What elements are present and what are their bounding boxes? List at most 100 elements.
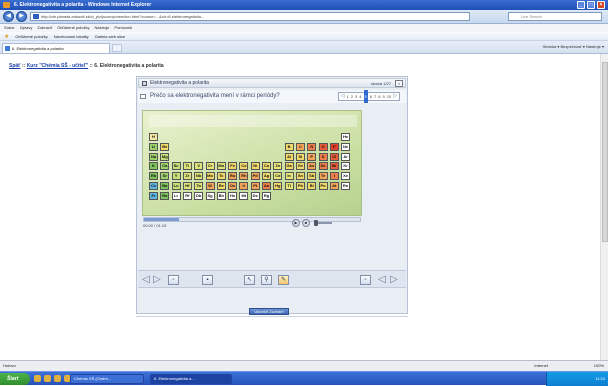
pointer-tool-button[interactable]: ↖ <box>244 275 255 285</box>
pager-page[interactable]: 1 <box>347 90 349 103</box>
pager-page[interactable]: 2 <box>351 90 353 103</box>
panel-close-button[interactable]: × <box>395 80 403 87</box>
favorites-item[interactable]: Obľúbené položky <box>15 34 47 39</box>
element-cell[interactable]: Fr <box>149 191 158 200</box>
element-cell[interactable]: Lu <box>171 182 181 190</box>
highlight-tool-button[interactable]: ✎ <box>278 275 289 285</box>
element-cell[interactable]: Te <box>318 172 328 181</box>
element-cell[interactable]: Y <box>171 172 181 181</box>
element-cell[interactable]: Ru <box>228 172 238 181</box>
pager-page[interactable]: 8 <box>378 90 380 103</box>
element-cell[interactable]: Na <box>149 152 158 161</box>
stop-button[interactable]: ■ <box>302 219 310 227</box>
pager-page[interactable]: 6 <box>370 90 372 103</box>
element-cell[interactable]: Mt <box>239 191 249 200</box>
element-cell[interactable]: Ds <box>250 191 260 200</box>
pager-page[interactable]: 5 <box>363 90 368 103</box>
close-window-button[interactable]: × <box>597 1 605 9</box>
element-cell[interactable]: Cr <box>205 162 215 171</box>
element-cell[interactable]: Zr <box>182 172 192 181</box>
pager-prev-icon[interactable]: ◁ <box>341 90 345 103</box>
element-cell[interactable]: Sb <box>307 172 317 181</box>
url-field[interactable]: http://cle.planeta.edusoft.sk/cl_plz/jsc… <box>30 12 470 21</box>
element-cell[interactable]: K <box>149 162 158 171</box>
element-cell[interactable]: Ta <box>194 182 204 190</box>
zoom-level[interactable]: 100% <box>594 361 604 371</box>
breadcrumb-back-link[interactable]: Späť <box>9 63 21 69</box>
back-button[interactable]: ◀ <box>3 11 14 22</box>
pager-page[interactable]: 10 <box>387 90 391 103</box>
element-cell[interactable]: Cs <box>149 182 158 190</box>
next-page-icon[interactable]: ▷ <box>390 274 398 285</box>
play-button[interactable]: ▶ <box>292 219 300 227</box>
minimize-button[interactable]: _ <box>577 1 585 9</box>
menu-item[interactable]: Obľúbené položky <box>57 25 89 30</box>
element-cell[interactable]: V <box>194 162 204 171</box>
element-cell[interactable]: B <box>284 142 294 151</box>
element-cell[interactable]: Se <box>318 162 328 171</box>
element-cell[interactable]: Tl <box>284 182 294 190</box>
element-cell[interactable]: Nb <box>194 172 204 181</box>
finish-button[interactable]: Ukončiť Zoznam <box>249 308 289 315</box>
element-cell[interactable]: Mn <box>216 162 226 171</box>
maximize-button[interactable]: □ <box>587 1 595 9</box>
element-cell[interactable]: Bi <box>307 182 317 190</box>
element-cell[interactable]: Fe <box>228 162 238 171</box>
favorites-star-icon[interactable]: ★ <box>4 34 9 40</box>
element-cell[interactable]: Rb <box>149 172 158 181</box>
element-cell[interactable]: Ba <box>160 182 170 190</box>
forward-button[interactable]: ▶ <box>16 11 27 22</box>
element-cell[interactable]: H <box>149 133 158 141</box>
element-cell[interactable]: Mo <box>205 172 215 181</box>
new-tab-button[interactable] <box>112 44 122 52</box>
browser-tab[interactable]: 6. Elektronegativita a polarita <box>2 43 110 53</box>
element-cell[interactable]: Ga <box>284 162 294 171</box>
favorites-item[interactable]: Navrhované lokality <box>54 34 89 39</box>
element-cell[interactable]: Ne <box>341 142 351 151</box>
element-cell[interactable]: Au <box>262 182 271 190</box>
element-cell[interactable]: Li <box>149 142 158 151</box>
element-cell[interactable]: Lr <box>171 191 181 200</box>
element-cell[interactable]: Pb <box>295 182 305 190</box>
element-cell[interactable]: Rn <box>341 182 351 190</box>
menu-button[interactable]: ▫ <box>168 275 179 285</box>
screen-button[interactable]: ▪ <box>202 275 213 285</box>
element-cell[interactable]: Al <box>284 152 294 161</box>
element-cell[interactable]: I <box>329 172 339 181</box>
element-cell[interactable]: Cl <box>329 152 339 161</box>
element-cell[interactable]: Rf <box>182 191 192 200</box>
element-cell[interactable]: Ca <box>160 162 170 171</box>
element-cell[interactable]: As <box>307 162 317 171</box>
element-cell[interactable]: Po <box>318 182 328 190</box>
scrollbar-thumb[interactable] <box>602 62 608 242</box>
element-cell[interactable]: Ra <box>160 191 170 200</box>
element-cell[interactable]: Rg <box>262 191 271 200</box>
element-cell[interactable]: Sr <box>160 172 170 181</box>
element-cell[interactable]: Bh <box>216 191 226 200</box>
taskbar-item[interactable]: Chémia SŠ (Ondre... <box>70 374 144 384</box>
element-cell[interactable]: P <box>307 152 317 161</box>
element-cell[interactable]: He <box>341 133 351 141</box>
zoom-tool-button[interactable]: ⚲ <box>261 275 272 285</box>
element-cell[interactable]: Pd <box>250 172 260 181</box>
menu-item[interactable]: Nástroje <box>95 25 110 30</box>
pager-page[interactable]: 9 <box>382 90 384 103</box>
element-cell[interactable]: Zn <box>273 162 283 171</box>
pager-page[interactable]: 4 <box>359 90 361 103</box>
element-cell[interactable]: Tc <box>216 172 226 181</box>
element-cell[interactable]: Ti <box>182 162 192 171</box>
element-cell[interactable]: Cd <box>273 172 283 181</box>
element-cell[interactable]: Ar <box>341 152 351 161</box>
prev-page-icon[interactable]: ◁ <box>378 274 386 285</box>
element-cell[interactable]: Be <box>160 142 170 151</box>
menu-item[interactable]: Zobraziť <box>37 25 52 30</box>
element-cell[interactable]: Co <box>239 162 249 171</box>
next-arrow-icon[interactable]: ▷ <box>153 274 161 285</box>
element-cell[interactable]: Ge <box>295 162 305 171</box>
notes-button[interactable]: ▫ <box>360 275 371 285</box>
element-cell[interactable]: S <box>318 152 328 161</box>
element-cell[interactable]: Sc <box>171 162 181 171</box>
quicklaunch-icon[interactable] <box>44 375 51 382</box>
prev-arrow-icon[interactable]: ◁ <box>142 274 150 285</box>
menu-item[interactable]: Úpravy <box>20 25 33 30</box>
